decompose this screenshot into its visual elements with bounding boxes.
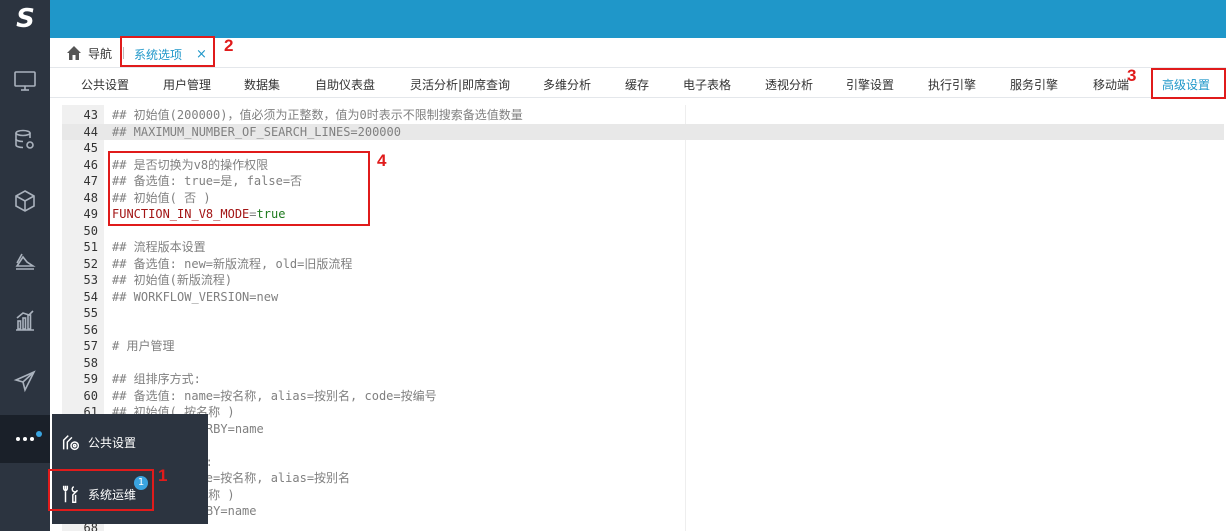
line-number: 45 — [83, 141, 98, 155]
sidebar-item-report[interactable] — [0, 297, 50, 345]
tab-dataset[interactable]: 数据集 — [244, 76, 280, 93]
line-number: 50 — [83, 223, 98, 238]
line-number: 57 — [83, 339, 98, 353]
editor-line[interactable]: 51 ## 流程版本设置 — [62, 239, 1224, 256]
line-number: 47 — [83, 174, 98, 188]
logo[interactable]: S — [0, 0, 50, 38]
sidebar-item-cube[interactable] — [0, 177, 50, 225]
line-number: 46 — [83, 157, 98, 172]
sidebar-item-more[interactable] — [0, 415, 50, 463]
editor-line[interactable]: 44 ## MAXIMUM_NUMBER_OF_SEARCH_LINES=2000… — [62, 123, 1224, 140]
tab-mobile[interactable]: 移动端 — [1093, 76, 1129, 93]
editor-line[interactable]: 61 ## 初始值( 按名称 ) — [62, 404, 1224, 421]
tab-service-engine[interactable]: 服务引擎 — [1010, 76, 1058, 93]
sidebar-item-publish[interactable] — [0, 357, 50, 405]
tab-cache[interactable]: 缓存 — [625, 76, 649, 93]
editor-line[interactable]: 57 # 用户管理 — [62, 338, 1224, 355]
line-number: 52 — [83, 256, 98, 271]
line-code: ## 备选值: name=按名称, alias=按别名, code=按编号 — [112, 388, 437, 403]
left-sidebar: S — [0, 0, 50, 531]
line-code: ## WORKFLOW_VERSION=new — [112, 289, 279, 304]
line-number: 60 — [83, 388, 98, 403]
bar-chart-icon — [16, 310, 34, 331]
editor-line[interactable]: 62## GROUP_ORDERBY=name — [62, 421, 1224, 438]
annotation-box-3 — [1151, 68, 1226, 99]
tab-adhoc-query[interactable]: 灵活分析|即席查询 — [410, 76, 510, 93]
line-number: 54 — [83, 289, 98, 304]
menu-item-public-settings[interactable]: 公共设置 — [52, 416, 208, 468]
tab-pivot[interactable]: 透视分析 — [765, 76, 813, 93]
editor-line[interactable]: 58 — [62, 355, 1224, 372]
editor-line[interactable]: 67## USER_ORDERBY=name — [62, 503, 1224, 520]
more-icon — [16, 437, 34, 441]
nav-label[interactable]: 导航 — [88, 45, 112, 62]
sidebar-item-analysis[interactable] — [0, 237, 50, 285]
line-number: 55 — [83, 306, 98, 320]
annotation-number-3: 3 — [1127, 66, 1137, 85]
cube-icon — [15, 190, 35, 212]
editor-line[interactable]: 65## 备选值: name=按名称, alias=按别名 — [62, 470, 1224, 487]
home-icon[interactable] — [66, 45, 82, 61]
line-number: 44 — [83, 124, 98, 139]
tab-public-settings[interactable]: 公共设置 — [81, 76, 129, 93]
line-number: 43 — [83, 108, 98, 122]
top-header — [50, 0, 1226, 38]
app-window: S 导航 系统选项 × 公共设置 用户管理 数据集 自助仪表盘 灵活分析|即席查… — [0, 0, 1226, 531]
public-settings-icon — [62, 435, 80, 451]
annotation-box-1 — [48, 469, 154, 511]
editor-line[interactable]: 68 — [62, 520, 1224, 531]
editor-line[interactable]: 53 ## 初始值(新版流程) — [62, 272, 1224, 289]
line-code: # 用户管理 — [112, 339, 175, 353]
line-code: ## 流程版本设置 — [112, 240, 206, 254]
editor-line[interactable]: 63 — [62, 437, 1224, 454]
tab-execution-engine[interactable]: 执行引擎 — [928, 76, 976, 93]
logo-mark: S — [16, 4, 35, 34]
line-number: 48 — [83, 190, 98, 205]
line-number: 56 — [83, 322, 98, 337]
settings-tab-bar: 公共设置 用户管理 数据集 自助仪表盘 灵活分析|即席查询 多维分析 缓存 电子… — [50, 68, 1226, 98]
tab-spreadsheet[interactable]: 电子表格 — [683, 76, 731, 93]
tab-olap[interactable]: 多维分析 — [543, 76, 591, 93]
editor-line[interactable]: 59 ## 组排序方式: — [62, 371, 1224, 388]
line-number: 59 — [83, 372, 98, 386]
line-number: 58 — [83, 355, 98, 370]
line-code: ## 组排序方式: — [112, 372, 201, 386]
annotation-number-2: 2 — [224, 36, 234, 55]
tab-engine-settings[interactable]: 引擎设置 — [846, 76, 894, 93]
database-gear-icon — [15, 129, 34, 149]
line-number: 49 — [83, 207, 98, 221]
editor-line[interactable]: 43 ## 初始值(200000)，值必须为正整数，值为0时表示不限制搜索备选值数… — [62, 107, 1224, 124]
line-code: ## 初始值(200000)，值必须为正整数，值为0时表示不限制搜索备选值数量 — [112, 108, 523, 122]
sidebar-item-monitor[interactable] — [0, 57, 50, 105]
monitor-icon — [14, 71, 36, 91]
line-number: 51 — [83, 240, 98, 254]
annotation-number-1: 1 — [158, 466, 168, 485]
editor-line[interactable]: 54 ## WORKFLOW_VERSION=new — [62, 289, 1224, 306]
line-number: 53 — [83, 273, 98, 287]
line-code: ## 初始值(新版流程) — [112, 273, 233, 287]
editor-line[interactable]: 55 — [62, 305, 1224, 322]
annotation-box-2 — [120, 36, 215, 67]
notification-dot — [36, 431, 42, 437]
menu-item-label: 公共设置 — [88, 435, 137, 450]
annotation-box-4 — [108, 151, 370, 226]
annotation-number-4: 4 — [377, 151, 387, 170]
chart-area-icon — [15, 253, 36, 270]
line-code: ## MAXIMUM_NUMBER_OF_SEARCH_LINES=200000 — [112, 124, 401, 139]
tab-user-management[interactable]: 用户管理 — [163, 76, 211, 93]
line-code: ## 备选值: new=新版流程, old=旧版流程 — [112, 256, 353, 271]
send-icon — [13, 370, 36, 393]
tab-dashboard[interactable]: 自助仪表盘 — [315, 76, 375, 93]
editor-line[interactable]: 52 ## 备选值: new=新版流程, old=旧版流程 — [62, 256, 1224, 273]
editor-line[interactable]: 64## 用户排序方式: — [62, 454, 1224, 471]
sidebar-item-data[interactable] — [0, 116, 50, 164]
editor-line[interactable]: 56 — [62, 322, 1224, 339]
editor-line[interactable]: 60 ## 备选值: name=按名称, alias=按别名, code=按编号 — [62, 388, 1224, 405]
editor-line[interactable]: 66## 初始值( 按名称 ) — [62, 487, 1224, 504]
